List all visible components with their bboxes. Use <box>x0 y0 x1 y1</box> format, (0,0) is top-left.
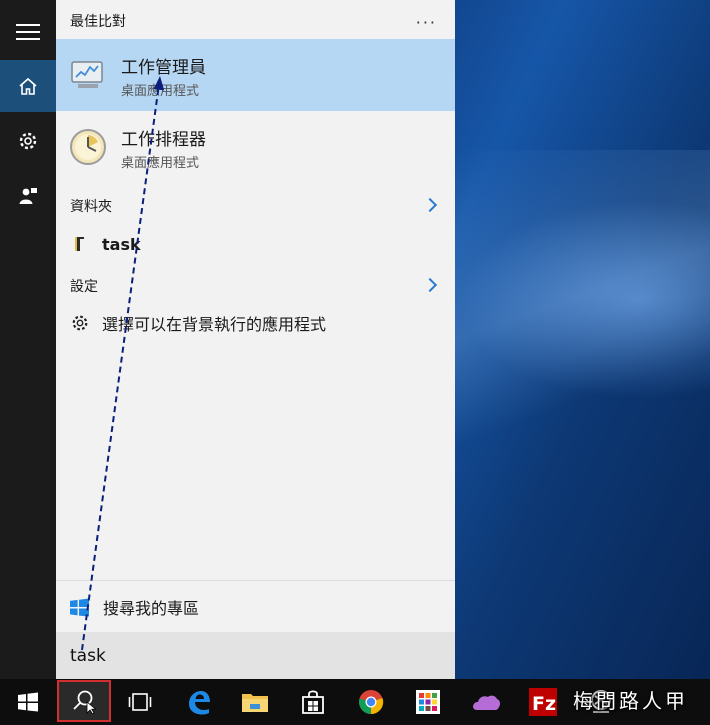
start-button[interactable] <box>5 679 51 725</box>
result-subtitle: 桌面應用程式 <box>121 84 200 99</box>
settings-heading: 設定 <box>70 279 98 295</box>
search-input[interactable] <box>68 642 442 670</box>
settings-button[interactable] <box>0 115 56 167</box>
wallpaper-light-beam <box>455 150 710 480</box>
filezilla-icon: Fz <box>529 688 557 716</box>
folders-expand-chevron-icon[interactable] <box>422 197 438 213</box>
taskbar-search-button[interactable] <box>57 680 111 722</box>
search-box[interactable] <box>56 632 455 679</box>
settings-item-label: 選擇可以在背景執行的應用程式 <box>102 315 327 334</box>
folder-item-label: task <box>102 234 141 254</box>
svg-text:Fz: Fz <box>532 693 556 715</box>
settings-item-background-apps[interactable]: 選擇可以在背景執行的應用程式 <box>70 308 326 338</box>
home-icon <box>19 77 37 95</box>
taskbar-app-file-explorer[interactable] <box>232 679 278 725</box>
folders-heading: 資料夾 <box>70 199 112 215</box>
file-explorer-icon <box>242 694 268 712</box>
result-task-scheduler[interactable]: 工作排程器 桌面應用程式 <box>56 111 455 183</box>
taskbar-app-grid[interactable] <box>405 679 451 725</box>
search-my-area-button[interactable]: 搜尋我的專區 <box>56 580 455 633</box>
taskbar-app-chrome[interactable] <box>348 679 394 725</box>
gear-icon <box>70 313 90 333</box>
chrome-icon <box>359 690 384 715</box>
taskbar-app-edge[interactable] <box>176 679 222 725</box>
start-left-rail <box>0 0 56 679</box>
gear-icon <box>19 132 37 150</box>
task-view-button[interactable] <box>117 679 163 725</box>
taskbar-app-onedrive[interactable] <box>463 679 509 725</box>
task-folder-icon <box>70 234 90 254</box>
more-options-button[interactable]: ··· <box>416 13 437 32</box>
taskbar-app-filezilla[interactable]: Fz <box>520 679 566 725</box>
taskbar: Fz 梅問路人甲 <box>0 679 710 725</box>
clock-icon <box>70 129 106 165</box>
search-results-panel: 最佳比對 ··· 工作管理員 桌面應用程式 工作排程器 桌面應用程式 資料夾 t… <box>56 0 455 679</box>
store-icon <box>302 690 324 714</box>
onedrive-icon <box>473 695 501 710</box>
result-title: 工作管理員 <box>121 58 206 78</box>
edge-icon <box>189 691 210 715</box>
windows-logo-icon <box>70 597 89 617</box>
search-icon <box>73 690 97 714</box>
app-grid-icon <box>416 690 440 714</box>
task-view-icon <box>128 693 152 711</box>
person-feedback-icon <box>19 188 37 204</box>
search-my-area-label: 搜尋我的專區 <box>103 599 200 618</box>
feedback-button[interactable] <box>0 170 56 222</box>
task-manager-icon <box>71 61 103 88</box>
result-subtitle: 桌面應用程式 <box>121 156 200 171</box>
best-match-heading: 最佳比對 <box>70 14 126 30</box>
watermark-text: 梅問路人甲 <box>573 689 688 713</box>
windows-logo-icon <box>18 692 38 712</box>
hamburger-icon <box>16 24 40 40</box>
folder-item-task[interactable]: task <box>70 229 141 259</box>
home-button[interactable] <box>0 60 56 112</box>
taskbar-app-store[interactable] <box>290 679 336 725</box>
settings-expand-chevron-icon[interactable] <box>422 277 438 293</box>
hamburger-menu-button[interactable] <box>0 6 56 58</box>
result-task-manager[interactable]: 工作管理員 桌面應用程式 <box>56 39 455 111</box>
result-title: 工作排程器 <box>121 130 206 150</box>
